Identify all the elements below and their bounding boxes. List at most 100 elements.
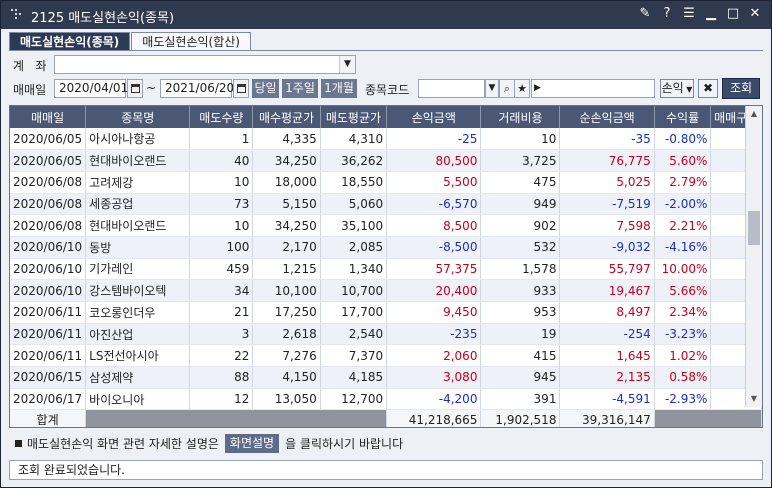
- to-date-input[interactable]: 2021/06/20: [160, 79, 234, 98]
- total-profit: 41,218,665: [386, 409, 482, 427]
- clear-icon[interactable]: ✖: [698, 79, 718, 98]
- column-header[interactable]: 거래비용: [480, 106, 561, 128]
- table-row[interactable]: 2020/06/08 현대바이오랜드 10 34,250 35,100 8,500 902 7…: [10, 214, 762, 237]
- sell-avg-price-cell: 35,100: [320, 214, 388, 237]
- profit-amount-cell: 5,500: [386, 171, 482, 194]
- table-row[interactable]: 2020/06/15 삼성제약 88 4,150 4,185 3,080 945 2,135 0…: [10, 366, 762, 389]
- net-profit-cell: -9,032: [559, 236, 655, 259]
- trade-date-cell: 2020/06/08: [10, 214, 87, 237]
- table-row[interactable]: 2020/06/17 바이오니아 12 13,050 12,700 -4,200 391 -4…: [10, 388, 762, 411]
- column-header[interactable]: 종목명: [85, 106, 191, 128]
- table-row[interactable]: 2020/06/05 아시아나항공 1 4,335 4,310 -25 10 -35 -0.80…: [10, 128, 762, 151]
- table-row[interactable]: 2020/06/10 동방 100 2,170 2,085 -8,500 532 -9,032…: [10, 236, 762, 259]
- search-icon[interactable]: ⌕: [499, 79, 515, 98]
- today-button[interactable]: 당일: [252, 79, 279, 98]
- sell-avg-price-cell: 12,700: [320, 388, 388, 411]
- account-select[interactable]: ▼: [54, 55, 356, 74]
- buy-avg-price-cell: 34,250: [252, 149, 321, 172]
- star-icon[interactable]: ★: [514, 79, 530, 98]
- column-header[interactable]: 수익률: [654, 106, 712, 128]
- tab-sell-profit-by-stock[interactable]: 매도실현손익(종목): [9, 32, 131, 51]
- sell-avg-price-cell: 36,262: [320, 149, 388, 172]
- menu-icon[interactable]: ☰: [681, 6, 697, 22]
- stock-name-cell: 고려제강: [85, 171, 191, 194]
- stock-name-cell: 현대바이오랜드: [85, 214, 191, 237]
- one-month-button[interactable]: 1개월: [321, 79, 357, 98]
- trade-date-cell: 2020/06/10: [10, 236, 87, 259]
- trade-date-cell: 2020/06/11: [10, 344, 87, 368]
- column-header[interactable]: 손익금액: [386, 106, 482, 128]
- column-header[interactable]: 순손익금액: [559, 106, 655, 128]
- minimize-icon[interactable]: ▁: [703, 6, 719, 22]
- stock-name-cell: 아진산업: [85, 323, 191, 346]
- profit-amount-cell: -6,570: [386, 193, 482, 216]
- buy-avg-price-cell: 13,050: [252, 388, 321, 411]
- stock-code-input[interactable]: [418, 79, 485, 98]
- trade-cost-cell: 933: [480, 279, 561, 302]
- maximize-icon[interactable]: □: [725, 6, 741, 22]
- table-row[interactable]: 2020/06/08 고려제강 10 18,000 18,550 5,500 475 5,02…: [10, 171, 762, 194]
- chevron-down-icon: ▼: [683, 85, 693, 94]
- return-rate-cell: 2.34%: [654, 301, 712, 324]
- buy-avg-price-cell: 5,150: [252, 193, 321, 216]
- profit-table[interactable]: 매매일 종목명 매도수량 매수평균가 매도평균가 손익금액 거래비용 순손익금액…: [9, 105, 763, 428]
- trade-date-cell: 2020/06/08: [10, 171, 87, 194]
- sell-avg-price-cell: 4,310: [320, 128, 388, 151]
- trade-cost-cell: 415: [480, 344, 561, 368]
- tab-sell-profit-summary[interactable]: 매도실현손익(합산): [131, 32, 251, 51]
- table-row[interactable]: 2020/06/11 코오롱인더우 21 17,250 17,700 9,450 953 8,…: [10, 301, 762, 324]
- table-row[interactable]: 2020/06/10 기가레인 459 1,215 1,340 57,375 1,578 55…: [10, 258, 762, 281]
- trade-cost-cell: 945: [480, 366, 561, 389]
- column-header[interactable]: 매수평균가: [252, 106, 321, 128]
- profit-filter-select[interactable]: 손익 ▼: [660, 79, 694, 98]
- trade-date-cell: 2020/06/10: [10, 279, 87, 302]
- return-rate-cell: 0.58%: [654, 366, 712, 389]
- net-profit-cell: 55,797: [559, 258, 655, 281]
- table-row[interactable]: 2020/06/11 아진산업 3 2,618 2,540 -235 19 -254 -3.23…: [10, 323, 762, 346]
- help-icon[interactable]: ?: [659, 6, 675, 22]
- one-week-button[interactable]: 1주일: [282, 79, 318, 98]
- scroll-down-icon[interactable]: ▼: [746, 391, 762, 407]
- chevron-right-icon: ▶: [534, 83, 541, 93]
- net-profit-cell: 7,598: [559, 214, 655, 237]
- return-rate-cell: -0.80%: [654, 128, 712, 151]
- stock-name-cell: 기가레인: [85, 258, 191, 281]
- profit-filter-label: 손익: [661, 81, 684, 95]
- table-row[interactable]: 2020/06/05 현대바이오랜드 40 34,250 36,262 80,500 3,7…: [10, 149, 762, 172]
- calendar-icon[interactable]: [233, 79, 249, 98]
- chevron-down-icon[interactable]: ▼: [485, 79, 499, 98]
- total-blank: [85, 409, 388, 427]
- pin-icon[interactable]: ✎: [637, 6, 653, 22]
- column-header[interactable]: 매매일: [10, 106, 87, 128]
- table-header-row: 매매일 종목명 매도수량 매수평균가 매도평균가 손익금액 거래비용 순손익금액…: [10, 106, 762, 128]
- from-date-input[interactable]: 2020/04/01: [54, 79, 128, 98]
- buy-avg-price-cell: 17,250: [252, 301, 321, 324]
- title-bar[interactable]: 2125 매도실현손익(종목) ✎ ? ☰ ▁ □ ✕: [1, 1, 771, 29]
- return-rate-cell: -2.00%: [654, 193, 712, 216]
- help-text-before: 매도실현손익 화면 관련 자세한 설명은: [27, 437, 219, 451]
- query-button[interactable]: 조회: [722, 78, 760, 99]
- sell-qty-cell: 12: [189, 388, 254, 411]
- return-rate-cell: 1.02%: [654, 344, 712, 368]
- table-row[interactable]: 2020/06/11 LS전선아시아 22 7,276 7,370 2,060 415 1,6…: [10, 344, 762, 368]
- sell-qty-cell: 459: [189, 258, 254, 281]
- buy-avg-price-cell: 2,618: [252, 323, 321, 346]
- trade-cost-cell: 1,578: [480, 258, 561, 281]
- column-header[interactable]: 매도수량: [189, 106, 254, 128]
- sell-avg-price-cell: 4,185: [320, 366, 388, 389]
- screen-help-button[interactable]: 화면설명: [224, 434, 280, 453]
- sell-qty-cell: 34: [189, 279, 254, 302]
- status-bar: 조회 완료되었습니다.: [9, 460, 763, 480]
- close-icon[interactable]: ✕: [747, 6, 763, 22]
- vertical-scrollbar[interactable]: ▲ ▼: [745, 106, 762, 407]
- table-row[interactable]: 2020/06/10 강스템바이오텍 34 10,100 10,700 20,400 933…: [10, 279, 762, 302]
- sell-qty-cell: 88: [189, 366, 254, 389]
- scroll-up-icon[interactable]: ▲: [746, 106, 762, 122]
- calendar-icon[interactable]: [127, 79, 143, 98]
- scroll-thumb[interactable]: [748, 211, 760, 245]
- stock-name-field: ▶: [531, 79, 655, 98]
- table-row[interactable]: 2020/06/08 세종공업 73 5,150 5,060 -6,570 949 -7,51…: [10, 193, 762, 216]
- chevron-down-icon[interactable]: ▼: [339, 56, 355, 73]
- column-header[interactable]: 매도평균가: [320, 106, 388, 128]
- trade-cost-cell: 10: [480, 128, 561, 151]
